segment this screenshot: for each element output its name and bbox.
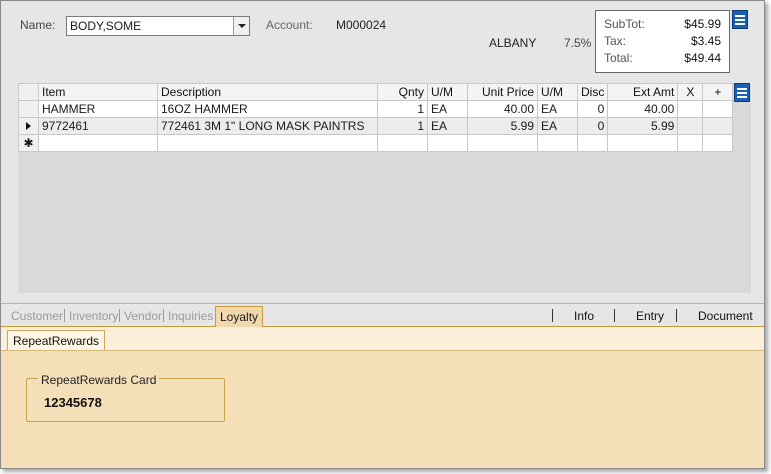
cell-disc[interactable]: 0: [576, 100, 609, 118]
tax-value: $3.45: [690, 34, 721, 48]
column-header-ext-amt[interactable]: Ext Amt: [607, 83, 679, 101]
column-header-unit-price[interactable]: Unit Price: [467, 83, 538, 101]
cell-disc[interactable]: 0: [576, 117, 609, 135]
tab-inventory[interactable]: Inventory: [69, 309, 118, 323]
cell-disc[interactable]: [576, 134, 609, 152]
table-row[interactable]: HAMMER 16OZ HAMMER 1 EA 40.00 EA 0 40.00: [18, 100, 734, 118]
cell-ext-amt[interactable]: 5.99: [607, 117, 679, 135]
column-header-disc[interactable]: Disc: [576, 83, 609, 101]
cell-description[interactable]: 16OZ HAMMER: [157, 100, 378, 118]
new-row-star-icon: ✱: [23, 136, 34, 150]
repeatrewards-card-number: 12345678: [44, 395, 102, 410]
grid-corner: [18, 83, 39, 101]
chevron-down-icon: [237, 24, 246, 28]
column-header-qnty[interactable]: Qnty: [377, 83, 428, 101]
line-items-grid: Item Description Qnty U/M Unit Price U/M…: [18, 83, 751, 293]
cell-plus[interactable]: [702, 117, 734, 135]
store-city: ALBANY: [489, 36, 537, 50]
row-header-new[interactable]: ✱: [18, 134, 39, 152]
total-value: $49.44: [684, 51, 721, 65]
column-header-price-um[interactable]: U/M: [537, 83, 578, 101]
cell-qnty[interactable]: 1: [377, 100, 428, 118]
cell-x[interactable]: [677, 117, 704, 135]
module-tab-strip: Customer Inventory Vendor Inquiries Loya…: [1, 303, 764, 327]
tab-separator: [614, 309, 615, 322]
cell-plus[interactable]: [702, 134, 734, 152]
tab-separator: [163, 309, 164, 322]
tab-entry[interactable]: Entry: [636, 309, 664, 323]
tab-customer[interactable]: Customer: [11, 309, 63, 323]
subtotal-label: SubTot:: [604, 17, 645, 31]
cell-x[interactable]: [677, 100, 704, 118]
grid-header-row: Item Description Qnty U/M Unit Price U/M…: [18, 83, 734, 101]
row-header-current[interactable]: [18, 117, 39, 135]
column-header-description[interactable]: Description: [157, 83, 378, 101]
pos-window: Name: BODY,SOME Account: M000024 ALBANY …: [0, 0, 765, 469]
cell-um[interactable]: EA: [427, 117, 468, 135]
column-header-plus[interactable]: +: [702, 83, 734, 101]
tab-separator: [119, 309, 120, 322]
cell-item[interactable]: [38, 134, 158, 152]
totals-box: SubTot: $45.99 Tax: $3.45 Total: $49.44: [595, 10, 730, 73]
loyalty-panel: RepeatRewards RepeatRewards Card 1234567…: [1, 327, 764, 468]
customer-name-value[interactable]: BODY,SOME: [67, 19, 233, 33]
name-dropdown-button[interactable]: [233, 17, 249, 35]
cell-item[interactable]: 9772461: [38, 117, 158, 135]
cell-price-um[interactable]: [537, 134, 578, 152]
cell-um[interactable]: [427, 134, 468, 152]
grid-menu-icon[interactable]: [734, 83, 750, 102]
cell-price-um[interactable]: EA: [537, 117, 578, 135]
row-header[interactable]: [18, 100, 39, 118]
cell-ext-amt[interactable]: 40.00: [607, 100, 679, 118]
cell-unit-price[interactable]: 40.00: [467, 100, 538, 118]
tab-vendor[interactable]: Vendor: [124, 309, 162, 323]
tab-separator: [64, 309, 65, 322]
tax-rate: 7.5%: [564, 36, 592, 50]
repeatrewards-card-legend: RepeatRewards Card: [38, 373, 160, 387]
loyalty-subtab-bar: RepeatRewards: [1, 327, 764, 351]
cell-description[interactable]: 772461 3M 1" LONG MASK PAINTRS: [157, 117, 378, 135]
column-header-x[interactable]: X: [677, 83, 704, 101]
cell-description[interactable]: [157, 134, 378, 152]
cell-unit-price[interactable]: [467, 134, 538, 152]
column-header-um[interactable]: U/M: [427, 83, 468, 101]
totals-menu-icon[interactable]: [732, 10, 748, 29]
cell-plus[interactable]: [702, 100, 734, 118]
tab-info[interactable]: Info: [574, 309, 594, 323]
tax-label: Tax:: [604, 34, 627, 48]
cell-ext-amt[interactable]: [607, 134, 679, 152]
account-label: Account:: [266, 18, 313, 32]
column-header-item[interactable]: Item: [38, 83, 158, 101]
cell-unit-price[interactable]: 5.99: [467, 117, 538, 135]
subtotal-value: $45.99: [684, 17, 721, 31]
cell-x[interactable]: [677, 134, 704, 152]
cell-um[interactable]: EA: [427, 100, 468, 118]
tab-document[interactable]: Document: [698, 309, 753, 323]
name-label: Name:: [20, 18, 56, 32]
subtab-repeatrewards[interactable]: RepeatRewards: [7, 330, 106, 350]
account-value: M000024: [336, 18, 387, 32]
new-row[interactable]: ✱: [18, 134, 734, 152]
table-row[interactable]: 9772461 772461 3M 1" LONG MASK PAINTRS 1…: [18, 117, 734, 135]
cell-qnty[interactable]: [377, 134, 428, 152]
cell-item[interactable]: HAMMER: [38, 100, 158, 118]
tab-separator: [552, 309, 553, 322]
customer-name-combo[interactable]: BODY,SOME: [66, 16, 250, 36]
tab-inquiries[interactable]: Inquiries: [168, 309, 213, 323]
cell-qnty[interactable]: 1: [377, 117, 428, 135]
row-pointer-icon: [26, 122, 31, 130]
total-label: Total:: [604, 51, 633, 65]
tab-loyalty[interactable]: Loyalty: [215, 306, 264, 327]
tab-separator: [676, 309, 677, 322]
cell-price-um[interactable]: EA: [537, 100, 578, 118]
